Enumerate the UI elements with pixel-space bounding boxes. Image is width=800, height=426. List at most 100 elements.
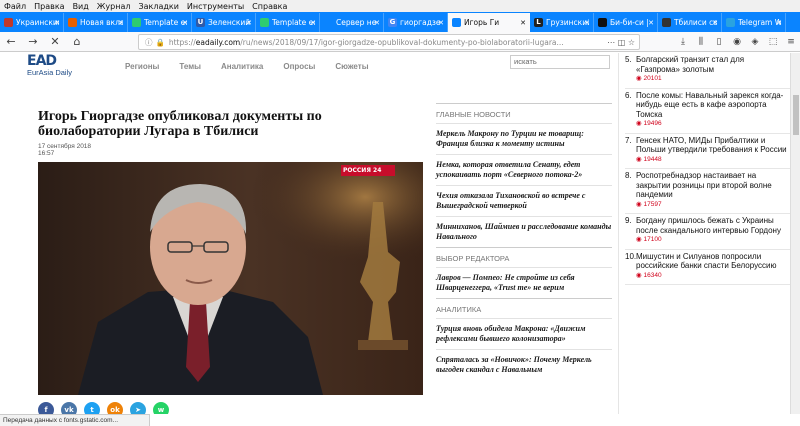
bookmark-star-icon[interactable]: ⋯ ◫ ☆ <box>607 38 635 47</box>
tab-close-icon[interactable]: ✕ <box>648 19 654 27</box>
stop-button[interactable]: ✕ <box>44 35 66 48</box>
popular-title[interactable]: Роспотребнадзор настаивает на закрытии р… <box>636 171 790 200</box>
tab-title: гиоргадзе <box>400 18 441 27</box>
news-link[interactable]: Минниханов, Шаймиев и расследование кома… <box>436 216 612 247</box>
browser-tab[interactable]: Украинский ✕ <box>0 13 64 32</box>
menu-item[interactable]: Файл <box>0 2 30 11</box>
menu-item[interactable]: Журнал <box>93 2 135 11</box>
article-date: 17 сентября 2018 16:57 <box>38 143 91 157</box>
menu-icon[interactable]: ≡ <box>782 37 800 47</box>
browser-tab[interactable]: Сервер не н ✕ <box>320 13 384 32</box>
site-nav-item[interactable]: Регионы <box>115 62 169 71</box>
popular-title[interactable]: После комы: Навальный зарекся когда-нибу… <box>636 91 790 120</box>
navigation-bar: ← → ✕ ⌂ ⓘ 🔒 https:// eadaily.com /ru/new… <box>0 32 800 52</box>
tab-close-icon[interactable]: ✕ <box>246 19 252 27</box>
info-icon[interactable]: ⓘ <box>145 37 153 48</box>
menu-item[interactable]: Вид <box>69 2 93 11</box>
tab-close-icon[interactable]: ✕ <box>182 19 188 27</box>
tab-close-icon[interactable]: ✕ <box>54 19 60 27</box>
browser-tab[interactable]: U Зеленский ✕ <box>192 13 256 32</box>
facebook-share-icon[interactable]: f <box>38 402 54 414</box>
popular-title[interactable]: Болгарский транзит стал для «Газпрома» з… <box>636 55 790 74</box>
browser-tab[interactable]: L Грузинский ✕ <box>530 13 594 32</box>
browser-tab[interactable]: Новая вклад✕ <box>64 13 128 32</box>
tab-close-icon[interactable]: ✕ <box>118 19 124 27</box>
browser-tab[interactable]: Би-би-си | ✕ <box>594 13 658 32</box>
site-nav-item[interactable]: Темы <box>169 62 211 71</box>
article-title: Игорь Гиоргадзе опубликовал документы по… <box>38 109 322 139</box>
tab-close-icon[interactable]: ✕ <box>584 19 590 27</box>
whatsapp-share-icon[interactable]: w <box>153 402 169 414</box>
browser-tab[interactable]: Gгиоргадзе ✕ <box>384 13 448 32</box>
site-nav-item[interactable]: Сюжеты <box>325 62 378 71</box>
menu-item[interactable]: Инструменты <box>183 2 248 11</box>
tab-close-icon[interactable]: ✕ <box>310 19 316 27</box>
popular-body: Мишустин и Силуанов попросили российские… <box>636 252 790 281</box>
popular-list: 5. Болгарский транзит стал для «Газпрома»… <box>625 53 790 285</box>
news-link[interactable]: Меркель Макрону по Турции не товарищ: Фр… <box>436 123 612 154</box>
account-icon[interactable]: ◉ <box>728 37 746 47</box>
scrollbar-thumb[interactable] <box>793 95 799 135</box>
popular-item[interactable]: 8. Роспотребнадзор настаивает на закрытии… <box>625 169 790 214</box>
popular-item[interactable]: 9. Богдану пришлось бежать с Украины посл… <box>625 214 790 250</box>
tab-favicon-icon <box>452 18 461 27</box>
menu-item[interactable]: Правка <box>30 2 68 11</box>
url-path: /ru/news/2018/09/17/igor-giorgadze-opubl… <box>240 37 564 47</box>
extension-icon[interactable]: ⬚ <box>764 37 782 47</box>
menu-item[interactable]: Закладки <box>134 2 182 11</box>
popular-item[interactable]: 7. Генсек НАТО, МИДы Прибалтики и Польши … <box>625 134 790 169</box>
news-link[interactable]: Турция вновь обидела Макрона: «Движим ре… <box>436 318 612 349</box>
column-divider <box>618 53 619 414</box>
tab-title: Би-би-си | <box>610 18 649 27</box>
site-nav-item[interactable]: Аналитика <box>211 62 273 71</box>
popular-item[interactable]: 5. Болгарский транзит стал для «Газпрома»… <box>625 53 790 89</box>
tab-close-icon[interactable]: ✕ <box>438 19 444 27</box>
popular-title[interactable]: Генсек НАТО, МИДы Прибалтики и Польши ут… <box>636 136 790 155</box>
news-link[interactable]: Немка, которая ответила Сенату, едет усп… <box>436 154 612 185</box>
browser-tab[interactable]: Telegram We✕ <box>722 13 786 32</box>
tab-title: Тбилиси со <box>674 18 717 27</box>
url-bar[interactable]: ⓘ 🔒 https:// eadaily.com /ru/news/2018/0… <box>138 34 640 50</box>
site-logo[interactable]: EAD EurAsia Daily <box>25 53 105 79</box>
browser-tab[interactable]: Template ed ✕ <box>128 13 192 32</box>
popular-title[interactable]: Мишустин и Силуанов попросили российские… <box>636 252 790 271</box>
page-scrollbar[interactable] <box>790 53 800 414</box>
news-link[interactable]: Лавров — Помпео: Не стройте из себя Швар… <box>436 267 612 298</box>
library-icon[interactable]: ⫼ <box>692 37 710 47</box>
home-icon[interactable]: ⌂ <box>66 35 88 48</box>
sidebar-icon[interactable]: ▯ <box>710 37 728 47</box>
back-button[interactable]: ← <box>0 35 22 48</box>
menu-item[interactable]: Справка <box>248 2 291 11</box>
forward-button[interactable]: → <box>22 35 44 48</box>
browser-tab[interactable]: Игорь Ги ✕ <box>448 13 530 32</box>
twitter-share-icon[interactable]: t <box>84 402 100 414</box>
tab-close-icon[interactable]: ✕ <box>776 19 782 27</box>
view-count: ◉ 16340 <box>636 271 790 281</box>
download-icon[interactable]: ⤓ <box>674 37 692 47</box>
news-link[interactable]: Чехия отказала Тихановской во встрече с … <box>436 185 612 216</box>
tab-favicon-icon <box>726 18 735 27</box>
site-nav-item[interactable]: Опросы <box>273 62 325 71</box>
vk-share-icon[interactable]: vk <box>61 402 77 414</box>
popular-title[interactable]: Богдану пришлось бежать с Украины после … <box>636 216 790 235</box>
tab-title: Украинский <box>16 18 59 27</box>
popular-item[interactable]: 10. Мишустин и Силуанов попросили российс… <box>625 250 790 285</box>
view-count: ◉ 19496 <box>636 119 790 129</box>
lock-icon[interactable]: 🔒 <box>156 38 165 47</box>
news-link[interactable]: Спряталась за «Новичок»: Почему Меркель … <box>436 349 612 380</box>
search-input[interactable]: искать <box>510 55 610 69</box>
analytics-heading: АНАЛИТИКА <box>436 298 612 318</box>
browser-tab[interactable]: Template ed ✕ <box>256 13 320 32</box>
telegram-share-icon[interactable]: ➤ <box>130 402 146 414</box>
tab-close-icon[interactable]: ✕ <box>712 19 718 27</box>
extension-icon[interactable]: ◈ <box>746 37 764 47</box>
odnoklassniki-share-icon[interactable]: ok <box>107 402 123 414</box>
popular-item[interactable]: 6. После комы: Навальный зарекся когда-ни… <box>625 89 790 134</box>
tab-close-icon[interactable]: ✕ <box>520 19 526 27</box>
main-news-heading: ГЛАВНЫЕ НОВОСТИ <box>436 103 612 123</box>
browser-tab[interactable]: Тбилиси со ✕ <box>658 13 722 32</box>
toolbar-right: ⤓ ⫼ ▯ ◉ ◈ ⬚ ≡ <box>674 32 800 52</box>
tab-close-icon[interactable]: ✕ <box>374 19 380 27</box>
popular-rank: 9. <box>625 216 632 225</box>
share-buttons: f vk t ok ➤ w <box>38 402 169 414</box>
